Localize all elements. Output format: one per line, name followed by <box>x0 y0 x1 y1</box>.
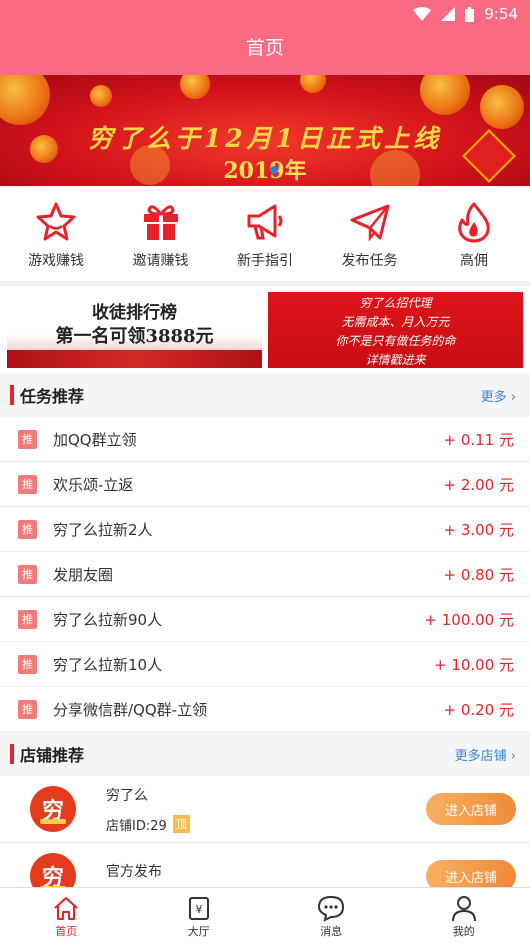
task-name: 穷了么拉新10人 <box>53 655 163 674</box>
task-row[interactable]: 推穷了么拉新90人 + 100.00 元 <box>0 597 530 642</box>
tab-label: 我的 <box>452 925 475 938</box>
shop-section: 店铺推荐 更多店铺 › 穷 穷了么 店铺ID:29 顶 进入店铺 穷 官方发布 进… <box>0 732 530 910</box>
task-name: 加QQ群立领 <box>53 430 137 449</box>
tab-label: 消息 <box>320 925 343 938</box>
flame-icon <box>458 202 490 243</box>
recommend-tag: 推 <box>18 519 37 539</box>
task-section: 任务推荐 更多 › 推加QQ群立领 + 0.11 元 推欢乐颂-立返 + 2.00 … <box>0 373 530 732</box>
nav-label: 高佣 <box>460 253 488 269</box>
yuan-icon: ¥ <box>188 897 209 920</box>
shop-section-header: 店铺推荐 更多店铺 › <box>0 732 530 776</box>
tab-home[interactable]: 首页 <box>0 888 133 943</box>
ad-ranking-title: 收徒排行榜 <box>92 303 177 323</box>
promo-ads: 收徒排行榜 第一名可领3888元 穷了么招代理 无需成本、月入万元 你不是只有做… <box>0 281 530 373</box>
nav-game-earn[interactable]: 游戏赚钱 <box>6 200 106 281</box>
recommend-tag: 推 <box>18 609 37 629</box>
chevron-right-icon: › <box>510 748 516 764</box>
task-reward: + 100.00 元 <box>424 610 514 629</box>
task-reward: + 0.80 元 <box>443 565 514 584</box>
battery-icon <box>465 6 475 22</box>
nav-invite-earn[interactable]: 邀请赚钱 <box>111 200 211 281</box>
ad-ranking[interactable]: 收徒排行榜 第一名可领3888元 <box>7 292 262 368</box>
nav-high-commission[interactable]: 高佣 <box>424 200 524 281</box>
carousel-indicator[interactable] <box>270 166 278 174</box>
bottom-tab-bar: 首页 ¥ 大厅 消息 我的 <box>0 887 530 943</box>
ad-ranking-prize: 第一名可领3888元 <box>55 326 214 347</box>
tab-label: 首页 <box>55 925 78 938</box>
recommend-tag: 推 <box>18 429 37 449</box>
app-screen: 9:54 首页 穷了么于12月1日正式上线 2019年 游戏赚钱 邀请赚钱 新手… <box>0 0 530 943</box>
status-bar: 9:54 <box>0 0 530 28</box>
pinned-badge: 顶 <box>172 815 190 833</box>
task-reward: + 3.00 元 <box>443 520 514 539</box>
quick-nav: 游戏赚钱 邀请赚钱 新手指引 发布任务 高佣 <box>0 186 530 281</box>
nav-label: 游戏赚钱 <box>28 253 84 269</box>
tab-hall[interactable]: ¥ 大厅 <box>133 888 266 943</box>
paper-plane-icon <box>350 204 389 242</box>
recommend-tag: 推 <box>18 654 37 674</box>
user-icon <box>451 896 476 922</box>
tab-label: 大厅 <box>187 925 210 938</box>
nav-label: 发布任务 <box>341 253 398 269</box>
task-reward: + 10.00 元 <box>433 655 514 674</box>
task-list: 推加QQ群立领 + 0.11 元 推欢乐颂-立返 + 2.00 元 推穷了么拉新2人… <box>0 417 530 732</box>
ad-agent-line: 无需成本、月入万元 <box>341 315 450 329</box>
recommend-tag: 推 <box>18 699 37 719</box>
ad-agent-line: 详情戳进来 <box>365 353 426 367</box>
status-time: 9:54 <box>484 5 518 23</box>
task-row[interactable]: 推穷了么拉新10人 + 10.00 元 <box>0 642 530 687</box>
gift-icon <box>143 205 178 240</box>
nav-label: 邀请赚钱 <box>132 253 189 269</box>
task-section-header: 任务推荐 更多 › <box>0 373 530 417</box>
shop-id: 店铺ID:29 <box>106 818 167 834</box>
task-more-link[interactable]: 更多 › <box>481 386 516 405</box>
nav-beginner-guide[interactable]: 新手指引 <box>215 200 315 281</box>
task-row[interactable]: 推分享微信群/QQ群-立领 + 0.20 元 <box>0 687 530 732</box>
enter-shop-button[interactable]: 进入店铺 <box>426 793 516 825</box>
shop-name: 官方发布 <box>106 864 162 880</box>
megaphone-icon <box>247 204 283 240</box>
task-row[interactable]: 推加QQ群立领 + 0.11 元 <box>0 417 530 462</box>
shop-more-link[interactable]: 更多店铺 › <box>455 745 516 764</box>
star-icon <box>36 202 76 241</box>
task-row[interactable]: 推穷了么拉新2人 + 3.00 元 <box>0 507 530 552</box>
tab-messages[interactable]: 消息 <box>265 888 398 943</box>
shop-section-title: 店铺推荐 <box>20 746 85 765</box>
recommend-tag: 推 <box>18 474 37 494</box>
page-title: 首页 <box>245 37 284 59</box>
home-icon <box>54 897 78 920</box>
ad-cityscape <box>7 350 262 368</box>
banner-carousel[interactable]: 穷了么于12月1日正式上线 2019年 <box>0 75 530 186</box>
svg-text:¥: ¥ <box>195 903 202 916</box>
task-name: 穷了么拉新2人 <box>53 520 153 539</box>
banner-year: 2019年 <box>223 158 307 184</box>
nav-label: 新手指引 <box>237 253 293 269</box>
task-section-title: 任务推荐 <box>20 387 85 406</box>
task-reward: + 2.00 元 <box>443 475 514 494</box>
task-row[interactable]: 推欢乐颂-立返 + 2.00 元 <box>0 462 530 507</box>
task-name: 欢乐颂-立返 <box>53 475 134 494</box>
shop-row[interactable]: 穷 穷了么 店铺ID:29 顶 进入店铺 <box>0 776 530 843</box>
task-reward: + 0.11 元 <box>443 430 514 449</box>
ad-agent-recruit[interactable]: 穷了么招代理 无需成本、月入万元 你不是只有做任务的命 详情戳进来 <box>268 292 523 368</box>
header: 9:54 首页 <box>0 0 530 75</box>
chat-icon <box>318 895 345 922</box>
task-name: 穷了么拉新90人 <box>53 610 163 629</box>
task-name: 分享微信群/QQ群-立领 <box>53 700 208 719</box>
chevron-right-icon: › <box>510 389 516 405</box>
shop-logo: 穷 <box>30 786 76 832</box>
tab-me[interactable]: 我的 <box>398 888 530 943</box>
ad-agent-line: 穷了么招代理 <box>359 296 432 310</box>
task-name: 发朋友圈 <box>53 565 114 584</box>
wifi-icon <box>413 7 432 21</box>
task-row[interactable]: 推发朋友圈 + 0.80 元 <box>0 552 530 597</box>
ad-agent-line: 你不是只有做任务的命 <box>335 334 456 348</box>
recommend-tag: 推 <box>18 564 37 584</box>
signal-icon <box>441 7 456 21</box>
shop-name: 穷了么 <box>106 787 148 804</box>
banner-headline: 穷了么于12月1日正式上线 <box>87 124 443 153</box>
nav-publish-task[interactable]: 发布任务 <box>320 200 420 281</box>
task-reward: + 0.20 元 <box>443 700 514 719</box>
